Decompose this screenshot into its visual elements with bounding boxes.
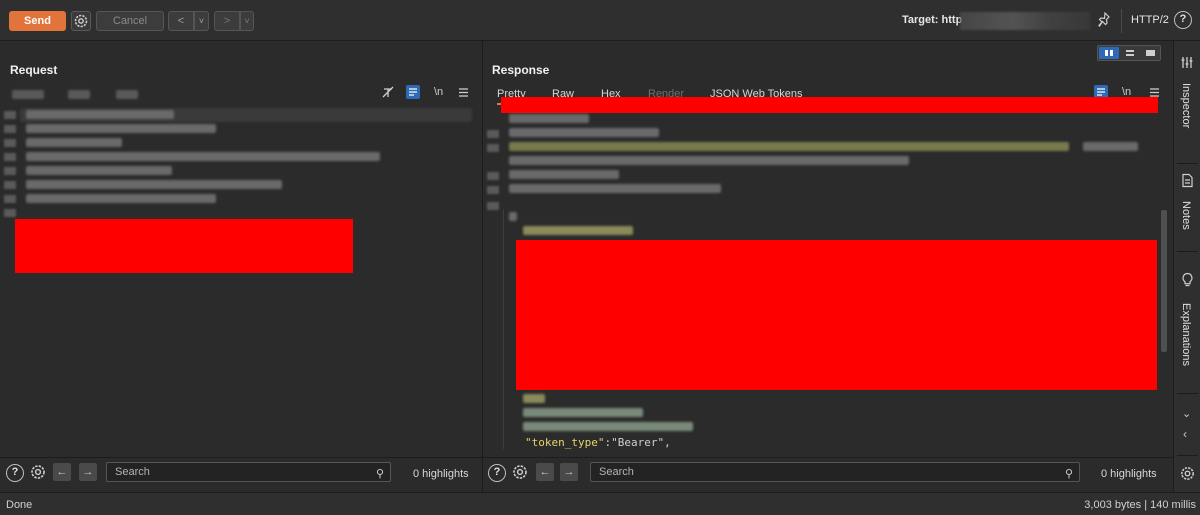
status-bar: Done 3,003 bytes | 140 millis (0, 492, 1200, 515)
gear-icon[interactable] (511, 463, 529, 481)
notes-icon (1182, 173, 1193, 188)
previous-match-button[interactable]: ← (53, 463, 71, 481)
arrow-right-icon: → (82, 466, 94, 478)
request-bottom-bar: ? ← → Search ⚲ 0 highlights (0, 457, 482, 485)
inspector-icon (1181, 57, 1193, 68)
gear-icon[interactable] (29, 463, 47, 481)
layout-stacked-button[interactable] (1120, 47, 1140, 59)
pin-icon[interactable] (1098, 12, 1112, 28)
request-title: Request (10, 63, 58, 77)
question-circle-icon: ? (11, 466, 19, 478)
sidebar-item-notes[interactable]: Notes (1180, 201, 1192, 230)
redacted-block (516, 240, 1157, 390)
response-help-button[interactable]: ? (488, 464, 506, 482)
response-search-input[interactable]: Search ⚲ (590, 462, 1080, 482)
single-pane-icon (1146, 50, 1155, 56)
gear-icon[interactable] (1179, 465, 1196, 482)
back-button[interactable]: < (168, 11, 194, 31)
forward-history-dropdown[interactable]: ˅ (240, 11, 254, 31)
response-size-timing: 3,003 bytes | 140 millis (1084, 499, 1196, 511)
hide-nonprintable-icon[interactable] (381, 85, 396, 100)
arrow-left-icon: ← (539, 466, 551, 478)
target-label: Target: http (902, 14, 963, 26)
response-title: Response (492, 63, 550, 77)
arrow-right-icon: → (563, 466, 575, 478)
request-tab-blurred[interactable] (68, 90, 90, 99)
back-history-dropdown[interactable]: ˅ (194, 11, 209, 31)
lines-icon (409, 88, 417, 96)
top-toolbar: Send Cancel < ˅ > ˅ Target: http HTTP/2 … (0, 0, 1200, 41)
next-match-button[interactable]: → (560, 463, 578, 481)
search-placeholder: Search (599, 466, 634, 478)
wrap-lines-toggle[interactable] (406, 85, 420, 99)
request-highlights-count: 0 highlights (413, 468, 469, 480)
sidebar-item-inspector[interactable]: Inspector (1180, 83, 1192, 128)
status-text: Done (6, 499, 33, 511)
help-button[interactable]: ? (1174, 11, 1192, 29)
cancel-button[interactable]: Cancel (96, 11, 164, 31)
json-key: "token_type" (525, 436, 605, 449)
protocol-label[interactable]: HTTP/2 (1131, 14, 1169, 26)
chevron-left-icon[interactable]: ‹ (1183, 427, 1187, 441)
right-sidebar: Inspector Notes Explanations ⌄ ‹ (1173, 41, 1200, 492)
request-help-button[interactable]: ? (6, 464, 24, 482)
request-search-input[interactable]: Search ⚲ (106, 462, 391, 482)
target-url-blurred[interactable] (960, 12, 1090, 30)
next-match-button[interactable]: → (79, 463, 97, 481)
response-highlights-count: 0 highlights (1101, 468, 1157, 480)
search-placeholder: Search (115, 466, 150, 478)
chevron-down-icon[interactable]: ⌄ (1182, 407, 1191, 420)
arrow-left-icon: ← (56, 466, 68, 478)
columns-icon (1105, 50, 1113, 56)
layout-side-by-side-button[interactable] (1099, 47, 1119, 59)
search-icon: ⚲ (1064, 468, 1073, 480)
forward-button[interactable]: > (214, 11, 240, 31)
previous-match-button[interactable]: ← (536, 463, 554, 481)
response-scrollbar[interactable] (1161, 210, 1167, 352)
redacted-block (15, 219, 353, 273)
newline-toggle[interactable]: \n (434, 86, 443, 98)
rows-icon (1126, 50, 1134, 56)
token-type-line: "token_type":"Bearer", (525, 436, 671, 449)
lightbulb-icon (1182, 272, 1193, 287)
request-tab-blurred[interactable] (116, 90, 138, 99)
search-icon: ⚲ (375, 468, 384, 480)
sidebar-item-explanations[interactable]: Explanations (1180, 303, 1192, 366)
question-circle-icon: ? (1179, 13, 1187, 25)
layout-toggle-group (1097, 45, 1161, 61)
request-tab-blurred[interactable] (12, 90, 44, 99)
json-value: "Bearer" (611, 436, 665, 449)
settings-button[interactable] (71, 11, 91, 31)
send-button[interactable]: Send (9, 11, 66, 31)
question-circle-icon: ? (493, 466, 501, 478)
gear-icon (74, 14, 88, 28)
menu-icon[interactable] (457, 86, 470, 99)
json-comma: , (664, 436, 671, 449)
layout-tabs-button[interactable] (1141, 47, 1160, 59)
request-editor[interactable] (0, 104, 482, 457)
response-bottom-bar: ? ← → Search ⚲ 0 highlights (483, 457, 1173, 485)
